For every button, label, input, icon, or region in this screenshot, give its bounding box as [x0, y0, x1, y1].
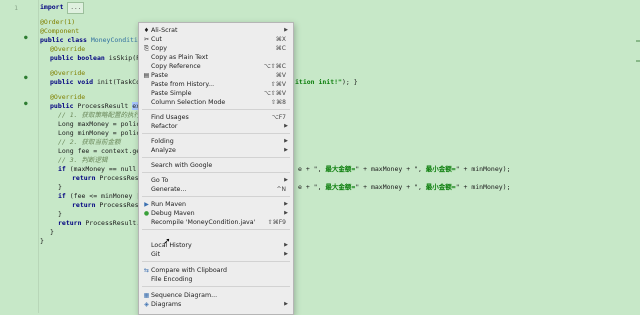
menu-separator [142, 286, 290, 287]
override-gutter-icon[interactable]: ● [24, 34, 28, 41]
clipboard-icon: ▤ [143, 72, 150, 79]
maven-run-icon: ▶ [144, 201, 149, 208]
scrollbar-marker[interactable] [636, 40, 640, 42]
compare-icon: ⇆ [143, 267, 150, 274]
menu-item-search-with-google[interactable]: Search with Google [139, 161, 293, 170]
submenu-arrow-icon: ▶ [284, 123, 288, 129]
submenu-arrow-icon: ▶ [284, 242, 288, 248]
menu-item-copy[interactable]: ⎘ Copy ⌘C [139, 44, 293, 53]
menu-item-column-selection-mode[interactable]: Column Selection Mode ⇧⌘8 [139, 98, 293, 107]
override-gutter-icon[interactable]: ● [24, 74, 28, 81]
override-gutter-icon[interactable]: ● [24, 100, 28, 107]
menu-item-paste-simple[interactable]: Paste Simple ⌥⇧⌘V [139, 89, 293, 98]
sequence-diagram-icon: ▦ [143, 292, 150, 299]
menu-item-refactor[interactable]: Refactor ▶ [139, 122, 293, 131]
scissors-icon: ✂ [143, 36, 150, 43]
menu-item-paste[interactable]: ▤ Paste ⌘V [139, 71, 293, 80]
menu-item-copy-reference[interactable]: Copy Reference ⌥⇧⌘C [139, 62, 293, 71]
mouse-pointer-icon: ➚ [163, 237, 171, 247]
ali-scrat-icon: ♦ [143, 27, 150, 34]
code-line: } [50, 228, 54, 236]
menu-item-paste-from-history[interactable]: Paste from History... ⇧⌘V [139, 80, 293, 89]
menu-item-analyze[interactable]: Analyze ▶ [139, 146, 293, 155]
menu-item-find-usages[interactable]: Find Usages ⌥F7 [139, 113, 293, 122]
menu-item-ali-scrat[interactable]: ♦ Ali-Scrat ▶ [139, 26, 293, 35]
menu-separator [142, 229, 290, 230]
submenu-arrow-icon: ▶ [284, 251, 288, 257]
code-line: e + ", 最大金额=" + maxMoney + ", 最小金额=" + m… [298, 165, 511, 173]
import-keyword: import [40, 3, 64, 11]
scrollbar-marker[interactable] [636, 60, 640, 62]
code-line: public boolean isSkip(Poli [50, 54, 152, 62]
folded-imports[interactable]: ... [67, 2, 85, 14]
submenu-arrow-icon: ▶ [284, 201, 288, 207]
menu-item-sequence-diagram[interactable]: ▦ Sequence Diagram... [139, 291, 293, 300]
menu-separator [142, 261, 290, 262]
menu-item-copy-plain-text[interactable]: Copy as Plain Text [139, 53, 293, 62]
menu-item-recompile[interactable]: Recompile 'MoneyCondition.java' ⇧⌘F9 [139, 218, 293, 227]
menu-item-file-encoding[interactable]: File Encoding [139, 275, 293, 284]
menu-item-diagrams[interactable]: ◈ Diagrams ▶ [139, 300, 293, 309]
menu-item-run-maven[interactable]: ▶ Run Maven ▶ [139, 200, 293, 209]
menu-item-debug-maven[interactable]: ● Debug Maven ▶ [139, 209, 293, 218]
editor-context-menu: ♦ Ali-Scrat ▶ ✂ Cut ⌘X ⎘ Copy ⌘C Copy as Plain… [138, 22, 294, 315]
menu-item-cut[interactable]: ✂ Cut ⌘X [139, 35, 293, 44]
submenu-arrow-icon: ▶ [284, 210, 288, 216]
editor-gutter: 1 ● ● ● [0, 0, 39, 313]
menu-item-folding[interactable]: Folding ▶ [139, 137, 293, 146]
submenu-arrow-icon: ▶ [284, 301, 288, 307]
code-line: import ... [40, 2, 85, 14]
copy-icon: ⎘ [144, 45, 149, 52]
line-number: 1 [14, 4, 18, 12]
code-editor[interactable]: import ... @Order(1) @Component public c… [40, 0, 640, 313]
submenu-arrow-icon: ▶ [284, 138, 288, 144]
diagrams-icon: ◈ [144, 301, 149, 308]
menu-separator [142, 196, 290, 197]
code-line: return ProcessResult.p [58, 219, 145, 227]
maven-debug-icon: ● [143, 210, 150, 217]
code-line: } [40, 237, 44, 245]
menu-item-go-to[interactable]: Go To ▶ [139, 176, 293, 185]
menu-item-generate[interactable]: Generate... ^N [139, 185, 293, 194]
submenu-arrow-icon: ▶ [284, 177, 288, 183]
menu-separator [142, 133, 290, 134]
menu-separator [142, 109, 290, 110]
submenu-arrow-icon: ▶ [284, 147, 288, 153]
code-line: public void init(TaskConte [50, 78, 152, 86]
menu-separator [142, 172, 290, 173]
submenu-arrow-icon: ▶ [284, 27, 288, 33]
code-line: e + ", 最大金额=" + maxMoney + ", 最小金额=" + m… [298, 183, 511, 191]
menu-item-compare-with-clipboard[interactable]: ⇆ Compare with Clipboard [139, 266, 293, 275]
menu-item-git[interactable]: Git ▶ [139, 250, 293, 259]
code-line: ition init!"); } [295, 78, 358, 86]
menu-separator [142, 157, 290, 158]
